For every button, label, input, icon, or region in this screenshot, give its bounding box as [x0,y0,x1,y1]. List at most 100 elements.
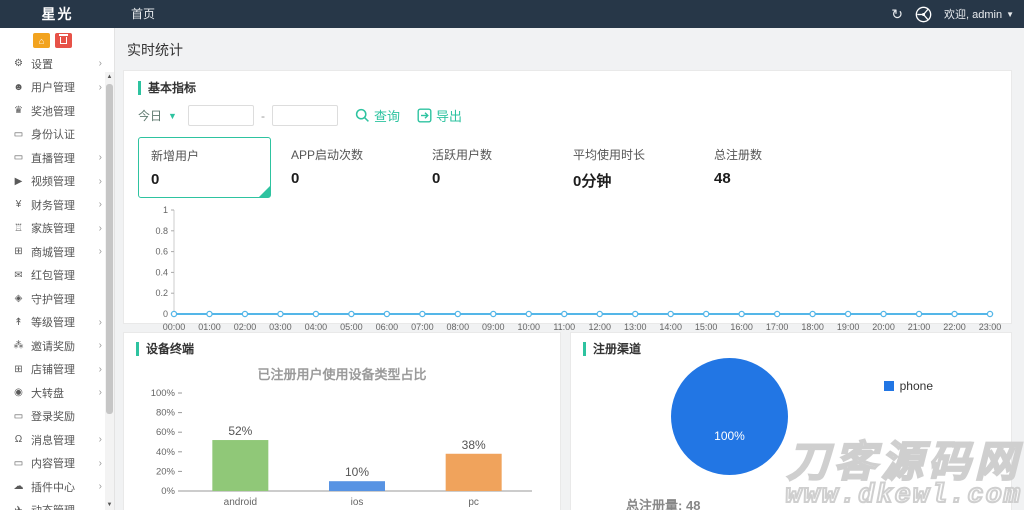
avatar-icon[interactable] [915,6,932,23]
shield-icon: ◈ [14,293,23,305]
export-button[interactable]: 导出 [417,106,462,125]
svg-text:10%: 10% [345,465,369,479]
sidebar-item[interactable]: ↟ 等级管理 › [0,311,114,335]
stat-value: 48 [714,170,731,187]
stat-card[interactable]: 活跃用户数 0 [420,137,561,198]
bar-chart-title: 已注册用户使用设备类型占比 [257,367,427,382]
sidebar-item[interactable]: ✈动态管理 [0,499,114,510]
stat-card[interactable]: 新增用户 0 [138,137,271,198]
trash-icon [59,34,68,44]
svg-text:15:00: 15:00 [695,322,718,332]
device-panel-header: 设备终端 [136,342,548,356]
svg-text:04:00: 04:00 [305,322,328,332]
user-menu[interactable]: 欢迎, admin ▼ [944,6,1014,22]
trophy-icon: ♛ [14,105,23,117]
chevron-down-icon: ▼ [168,110,177,121]
sidebar-item-label: 家族管理 [31,223,75,236]
sidebar-item-label: 动态管理 [26,502,108,510]
svg-text:20%: 20% [156,466,176,477]
sidebar-item[interactable]: ◉ 大转盘 › [0,381,114,405]
query-button[interactable]: 查询 [355,106,400,125]
envelope-icon: ✉ [14,269,23,281]
sidebar-item[interactable]: ▶ 视频管理 › [0,170,114,194]
total-value: 48 [685,498,701,510]
date-from-input[interactable] [187,105,254,126]
svg-text:pc: pc [468,497,479,508]
sidebar-item[interactable]: ▭ 内容管理 › [0,452,114,476]
cart-icon: ⊞ [14,246,23,258]
scroll-down-icon[interactable]: ▼ [105,502,114,508]
device-bar-chart: 0% 20% 40% 60% 80% 100% 52% android 10% ios 38% pc [136,383,548,510]
svg-text:13:00: 13:00 [624,322,647,332]
sidebar-item[interactable]: Ω 消息管理 › [0,428,114,452]
stat-card[interactable]: 总注册数 48 [702,137,843,198]
date-separator: - [260,108,265,123]
pie-slice-label: 100% [714,429,745,444]
legend-swatch [883,381,894,391]
stat-label: APP启动次数 [291,148,364,162]
svg-text:00:00: 00:00 [163,322,186,332]
sidebar-item[interactable]: ⊞ 商城管理 › [0,240,114,264]
sidebar-item[interactable]: ▭ 登录奖励 [0,405,114,429]
svg-text:0%: 0% [161,486,175,497]
monitor-icon: ▭ [13,152,24,164]
sidebar-item[interactable]: ◈ 守护管理 [0,287,114,311]
svg-text:16:00: 16:00 [730,322,753,332]
hourly-line-chart: 0 0.2 0.4 0.6 0.8 1 00:00 01:00 02:00 03:00 04:00 0… [138,202,1001,341]
sidebar-item[interactable]: ⚙ 设置 › [0,52,114,76]
sidebar-item[interactable]: ¥ 财务管理 › [0,193,114,217]
filter-row: 今日 ▼ - 查询 导出 [138,105,997,126]
date-range-select[interactable]: 今日 ▼ [138,107,181,124]
svg-text:01:00: 01:00 [198,322,221,332]
sidebar-item-label: 内容管理 [31,458,75,471]
svg-text:06:00: 06:00 [376,322,399,332]
home-button[interactable]: ⌂ [33,33,50,48]
query-label: 查询 [373,109,400,124]
scrollbar-thumb[interactable] [106,84,113,414]
cloud-icon: ☁ [13,481,24,493]
total-registrations: 总注册量: 48 [626,495,700,510]
svg-text:09:00: 09:00 [482,322,505,332]
sidebar-item[interactable]: ⁂ 邀请奖励 › [0,334,114,358]
welcome-text: 欢迎, admin [944,9,1003,21]
sidebar-item[interactable]: ♛ 奖池管理 [0,99,114,123]
sidebar-item-label: 直播管理 [31,152,75,165]
app-logo[interactable]: 星光 [0,4,115,24]
date-to-input[interactable] [271,105,338,126]
sidebar-menu: ⚙ 设置 › ☻ 用户管理 › ♛ 奖池管理 ▭ 身份认证 ▭ 直播管理 › ▶ 视频管理 › ¥ 财务管理 › ♖ 家… [0,52,114,510]
sidebar-item-label: 大转盘 [31,387,64,400]
svg-text:07:00: 07:00 [411,322,434,332]
svg-text:0.2: 0.2 [155,288,168,298]
svg-text:0.4: 0.4 [155,267,168,277]
stat-card[interactable]: 平均使用时长 0分钟 [561,137,702,198]
register-panel-header: 注册渠道 [583,342,999,356]
sidebar-item[interactable]: ▭ 直播管理 › [0,146,114,170]
sidebar-item[interactable]: ⊞ 店铺管理 › [0,358,114,382]
sidebar-item[interactable]: ☻ 用户管理 › [0,76,114,100]
scroll-up-icon[interactable]: ▲ [105,74,114,80]
total-label: 总注册量: [626,498,683,510]
sidebar-item-label: 守护管理 [31,293,75,306]
refresh-icon[interactable]: ↻ [891,6,903,23]
level-icon: ↟ [14,316,23,328]
sidebar-item[interactable]: ✉ 红包管理 [0,264,114,288]
sidebar-item-label: 等级管理 [31,317,75,330]
monitor-icon: ▭ [13,457,24,469]
sidebar-item[interactable]: ☁ 插件中心 › [0,475,114,499]
sidebar-item[interactable]: ♖ 家族管理 › [0,217,114,241]
tab-home[interactable]: 首页 [115,0,171,28]
sidebar-scrollbar[interactable]: ▲ ▼ [105,72,114,510]
svg-text:05:00: 05:00 [340,322,363,332]
stat-value: 0 [432,170,441,187]
svg-text:38%: 38% [462,438,486,452]
stat-card[interactable]: APP启动次数 0 [279,137,420,198]
svg-text:20:00: 20:00 [872,322,895,332]
svg-text:100%: 100% [151,388,176,399]
sidebar: ⌂ ⚙ 设置 › ☻ 用户管理 › ♛ 奖池管理 ▭ 身份认证 ▭ 直播管理 › ▶ 视频管理 › ¥ 财务管理 ›… [0,28,115,510]
bank-icon: ♖ [14,222,23,234]
svg-text:52%: 52% [228,424,252,438]
stat-label: 新增用户 [151,149,200,163]
bell-icon: Ω [14,434,23,446]
sidebar-item[interactable]: ▭ 身份认证 [0,123,114,147]
close-tabs-button[interactable] [55,33,72,48]
